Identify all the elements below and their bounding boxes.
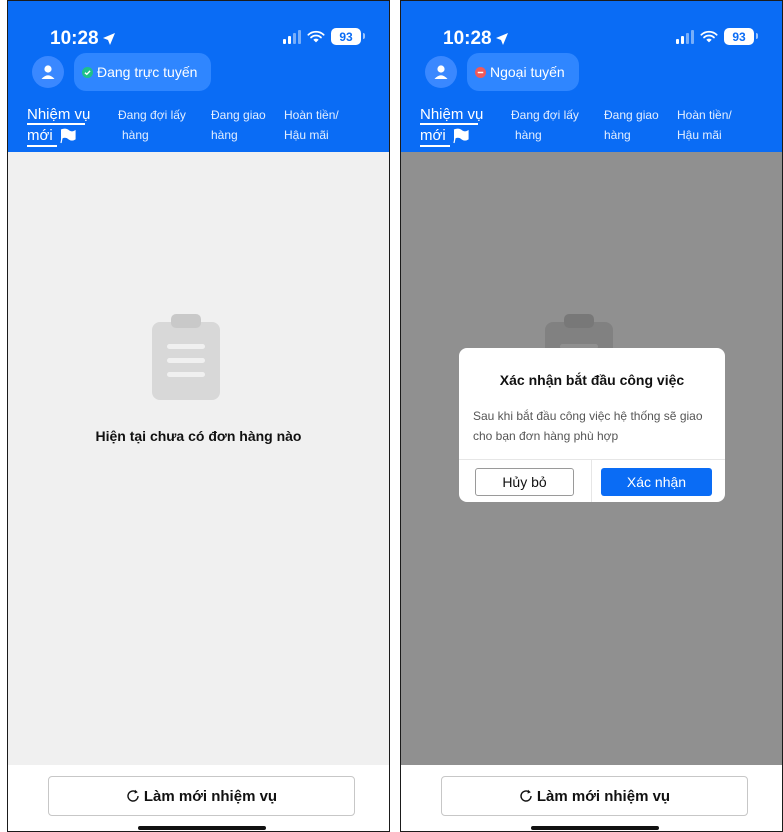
empty-state-message: Hiện tại chưa có đơn hàng nào [95,428,302,444]
refresh-button-label: Làm mới nhiệm vụ [536,787,671,805]
tab-underline [27,145,57,147]
battery-icon: 93 [724,28,758,45]
status-bar-icons: 93 [283,28,365,45]
cellular-signal-icon [676,29,694,44]
tab-label-line1: Nhiệm vụ [27,106,91,123]
profile-row: Ngoại tuyến [425,53,579,91]
tab-label-line2: hàng [515,128,542,142]
location-arrow-icon [495,33,508,45]
time-text: 10:28 [443,28,492,49]
phone-screen-offline: 10:28 93 Ngoại tuyến Nhiệm vụ mới Đang đ… [400,0,783,832]
tab-label-line2: mới [27,127,53,144]
task-list-area[interactable]: Hiện tại chưa có đơn hàng nào [8,152,389,765]
tab-refund-aftersales[interactable]: Hoàn tiền/ Hậu mãi [677,105,732,145]
tab-underline [420,123,478,125]
refresh-tasks-button[interactable]: Làm mới nhiệm vụ [48,776,355,816]
app-header: 10:28 93 Ngoại tuyến Nhiệm vụ mới Đang đ… [401,1,782,152]
status-text: Ngoại tuyến [490,64,565,80]
wifi-icon [307,30,325,42]
tab-underline [420,145,450,147]
cellular-signal-icon [283,29,301,44]
online-status-toggle[interactable]: Đang trực tuyến [74,53,212,91]
profile-row: Đang trực tuyến [32,53,212,91]
refresh-icon [520,789,532,802]
tab-label-line1: Nhiệm vụ [420,106,484,123]
user-avatar[interactable] [425,56,457,88]
dialog-button-divider [591,459,592,502]
tab-refund-aftersales[interactable]: Hoàn tiền/ Hậu mãi [284,105,339,145]
tab-label-line1: Hoàn tiền/ [677,108,732,122]
tab-label-line2: hàng [604,128,631,142]
tab-label-line2: Hậu mãi [284,128,329,142]
tab-new-tasks[interactable]: Nhiệm vụ mới [27,104,91,147]
bottom-bar: Làm mới nhiệm vụ [8,765,389,831]
dialog-title: Xác nhận bắt đầu công việc [499,372,685,388]
status-bar-time: 10:28 [50,28,116,50]
tab-label-line2: mới [420,127,446,144]
refresh-icon [127,789,139,802]
tab-label-line2: hàng [211,128,238,142]
location-arrow-icon [102,33,115,45]
offline-dot-icon [475,66,486,78]
refresh-button-label: Làm mới nhiệm vụ [143,787,278,805]
home-indicator[interactable] [138,826,266,830]
refresh-tasks-button[interactable]: Làm mới nhiệm vụ [441,776,748,816]
tab-waiting-pickup[interactable]: Đang đợi lấy hàng [511,105,579,145]
phone-screen-online: 10:28 93 Đang trực tuyến Nhiệm vụ mới Đa… [7,0,390,832]
dialog-message: Sau khi bắt đầu công việc hệ thống sẽ gi… [473,409,703,443]
tab-label-line2: hàng [122,128,149,142]
tab-waiting-pickup[interactable]: Đang đợi lấy hàng [118,105,186,145]
order-tabs: Nhiệm vụ mới Đang đợi lấy hàng Đang giao… [401,104,782,152]
dialog-confirm-button[interactable]: Xác nhận [601,468,712,496]
flag-icon [453,128,469,144]
user-avatar[interactable] [32,56,64,88]
status-text: Đang trực tuyến [97,64,198,80]
tab-label-line2: Hậu mãi [677,128,722,142]
tab-label-line1: Hoàn tiền/ [284,108,339,122]
app-header: 10:28 93 Đang trực tuyến Nhiệm vụ mới Đa… [8,1,389,152]
flag-icon [60,128,76,144]
user-icon [434,65,448,79]
tab-label-line1: Đang giao [211,108,266,122]
tab-delivering[interactable]: Đang giao hàng [211,105,266,145]
tab-delivering[interactable]: Đang giao hàng [604,105,659,145]
time-text: 10:28 [50,28,99,49]
online-status-toggle[interactable]: Ngoại tuyến [467,53,579,91]
battery-level: 93 [732,29,746,44]
status-bar-time: 10:28 [443,28,509,50]
wifi-icon [700,30,718,42]
status-bar-icons: 93 [676,28,758,45]
tab-label-line1: Đang đợi lấy [118,108,186,122]
tab-underline [27,123,85,125]
dialog-cancel-button[interactable]: Hủy bỏ [475,468,574,496]
dialog-divider [459,459,725,460]
check-circle-icon [82,66,93,78]
tab-label-line1: Đang đợi lấy [511,108,579,122]
confirm-start-work-dialog: Xác nhận bắt đầu công việc Sau khi bắt đ… [459,348,725,502]
battery-icon: 93 [331,28,365,45]
bottom-bar: Làm mới nhiệm vụ [401,765,782,831]
order-tabs: Nhiệm vụ mới Đang đợi lấy hàng Đang giao… [8,104,389,152]
home-indicator[interactable] [531,826,659,830]
user-icon [41,65,55,79]
clipboard-icon [152,314,220,400]
tab-new-tasks[interactable]: Nhiệm vụ mới [420,104,484,147]
tab-label-line1: Đang giao [604,108,659,122]
battery-level: 93 [339,29,353,44]
